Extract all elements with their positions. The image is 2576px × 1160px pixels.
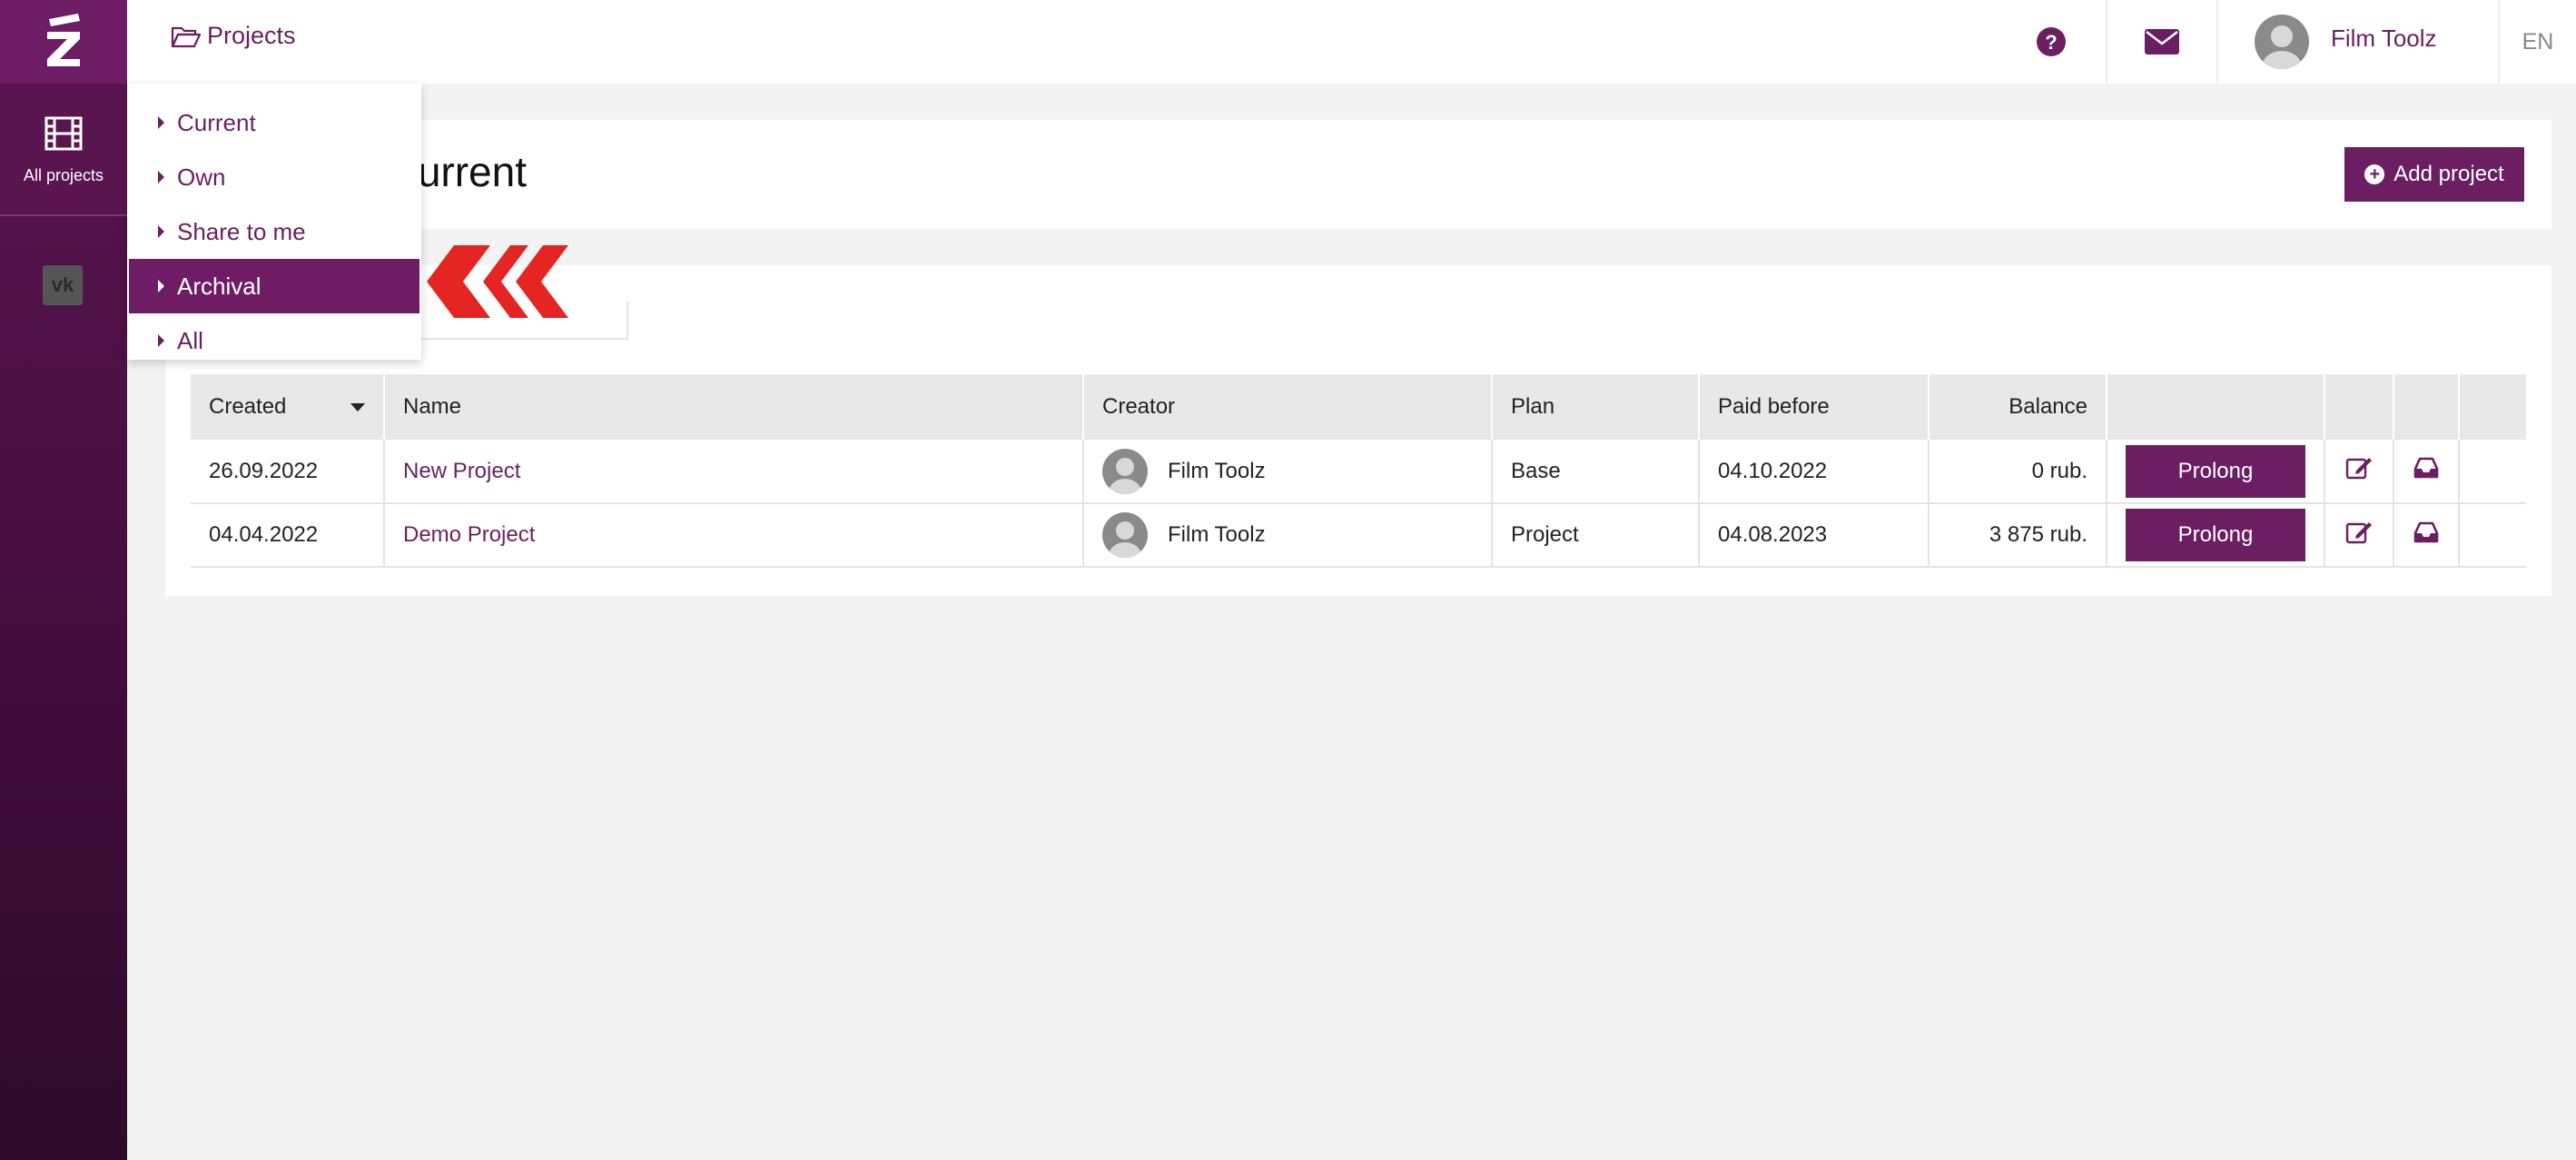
projects-table: Created Name Creator Plan Paid before Ba… [191,374,2526,568]
column-header-balance[interactable]: Balance [1929,374,2107,440]
user-menu[interactable]: Film Toolz [2216,0,2498,84]
cell-paid-before: 04.10.2022 [1699,440,1930,504]
edit-icon [2345,521,2372,543]
plus-circle-icon: + [2364,164,2385,184]
cell-action: Prolong [2107,503,2325,568]
table-header-row: Created Name Creator Plan Paid before Ba… [191,374,2526,440]
help-icon: ? [2037,27,2066,56]
column-header-action [2107,374,2325,440]
column-header-paid-before[interactable]: Paid before [1699,374,1930,440]
app-logo[interactable] [0,0,127,84]
cell-paid-before: 04.08.2023 [1699,503,1930,568]
help-button[interactable]: ? [1997,0,2106,84]
cell-action: Prolong [2107,440,2325,504]
column-header-created[interactable]: Created [191,374,385,440]
column-header-extra [2459,374,2526,440]
inbox-icon [2413,457,2439,479]
dropdown-item-share-to-me[interactable]: Share to me [129,204,419,259]
folder-open-icon [171,26,202,47]
breadcrumb-label: Projects [207,22,296,49]
column-header-name[interactable]: Name [384,374,1084,440]
inbox-icon [2413,521,2439,542]
creator-name: Film Toolz [1168,522,1266,547]
column-header-plan[interactable]: Plan [1492,374,1700,440]
cell-plan: Base [1492,440,1700,504]
language-switch[interactable]: EN [2498,0,2576,84]
dropdown-item-current[interactable]: Current [129,95,419,150]
top-bar: Projects ? Film Toolz EN [127,0,2576,84]
archive-button[interactable] [2393,440,2460,504]
cell-created: 04.04.2022 [191,503,385,568]
project-name-link[interactable]: Demo Project [384,503,1084,568]
sidebar: All projects vk [0,0,127,1160]
prolong-button[interactable]: Prolong [2126,444,2305,498]
caret-right-icon [158,116,164,129]
column-header-edit [2324,374,2394,440]
annotation-arrow-icon [427,245,568,318]
caret-right-icon [158,171,164,183]
cell-balance: 3 875 rub. [1929,503,2107,568]
svg-text:?: ? [2045,31,2057,54]
cell-plan: Project [1492,503,1700,568]
sort-desc-icon [350,403,365,411]
avatar [1102,448,1148,494]
topbar-actions: ? Film Toolz EN [1997,0,2576,84]
breadcrumb[interactable]: Projects [171,22,296,50]
cell-balance: 0 rub. [1929,440,2107,504]
project-name-link[interactable]: New Project [384,440,1084,504]
archive-button[interactable] [2393,503,2460,568]
dropdown-item-all[interactable]: All [129,313,419,368]
cell-creator: Film Toolz [1083,440,1493,504]
edit-icon [2345,458,2372,480]
messages-button[interactable] [2106,0,2216,84]
film-icon [44,116,83,150]
cell-extra [2459,440,2526,504]
caret-right-icon [158,334,164,347]
edit-button[interactable] [2324,503,2394,568]
dropdown-item-archival[interactable]: Archival [129,259,419,313]
creator-name: Film Toolz [1168,458,1266,483]
logo-icon [47,14,80,66]
add-project-button[interactable]: + Add project [2344,147,2524,202]
table-row: 26.09.2022 New Project Film Toolz Base 0… [191,440,2526,504]
caret-right-icon [158,225,164,238]
cell-creator: Film Toolz [1083,503,1493,568]
sidebar-item-all-projects[interactable]: All projects [0,84,127,216]
cell-created: 26.09.2022 [191,440,385,504]
title-card: Current + Add project [165,120,2551,229]
caret-right-icon [158,280,164,292]
envelope-icon [2145,29,2179,55]
add-project-label: Add project [2393,162,2504,186]
dropdown-item-own[interactable]: Own [129,150,419,204]
avatar [2255,15,2309,69]
cell-extra [2459,503,2526,568]
avatar [1102,512,1148,558]
user-name: Film Toolz [2331,24,2437,52]
edit-button[interactable] [2324,440,2394,504]
sidebar-item-label: All projects [23,165,104,184]
vk-icon[interactable]: vk [43,265,83,305]
project-filter-dropdown: Current Own Share to me Archival All [127,84,421,360]
table-row: 04.04.2022 Demo Project Film Toolz Proje… [191,503,2526,568]
column-header-creator[interactable]: Creator [1083,374,1493,440]
prolong-button[interactable]: Prolong [2126,509,2305,561]
column-header-archive [2393,374,2460,440]
